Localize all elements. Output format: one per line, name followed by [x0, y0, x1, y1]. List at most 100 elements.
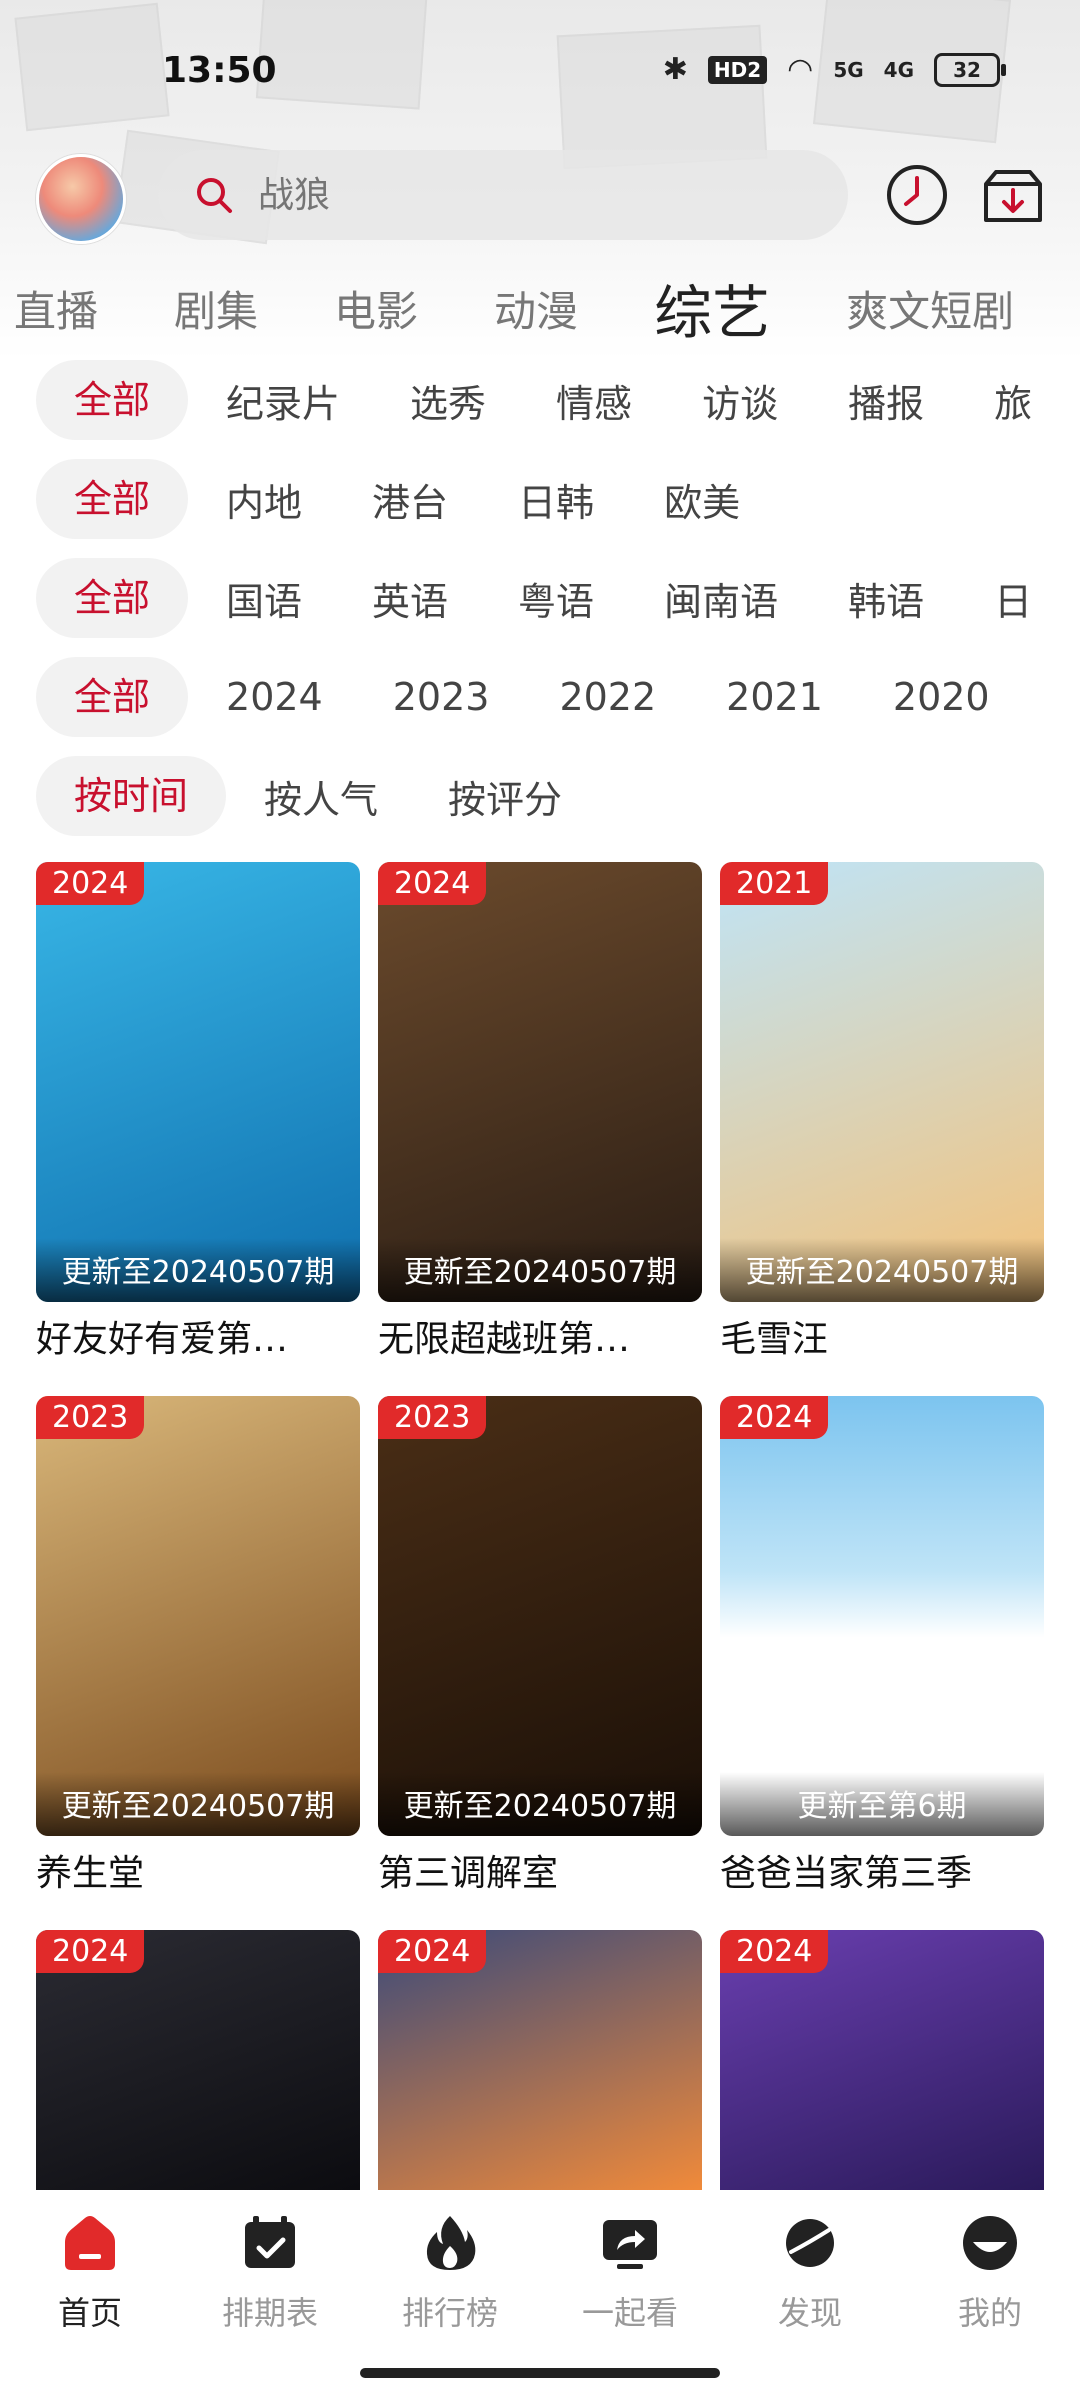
- show-card[interactable]: 2021 更新至20240507期 毛雪汪: [720, 862, 1044, 1362]
- year-badge: 2023: [378, 1396, 487, 1439]
- tab-variety[interactable]: 综艺: [654, 266, 770, 350]
- year-badge: 2024: [720, 1396, 829, 1439]
- show-card[interactable]: 2023 更新至20240507期 第三调解室: [378, 1396, 702, 1896]
- filter-chip[interactable]: 欧美: [664, 472, 740, 527]
- year-badge: 2024: [36, 1930, 145, 1973]
- show-card[interactable]: 2024: [378, 1930, 702, 2190]
- show-card[interactable]: 2024 更新至20240507期 无限超越班第…: [378, 862, 702, 1362]
- filter-chip[interactable]: 港台: [372, 472, 448, 527]
- filter-chip[interactable]: 日: [994, 571, 1032, 626]
- year-badge: 2023: [36, 1396, 145, 1439]
- filter-chip[interactable]: 全部: [36, 558, 189, 638]
- tab-short-drama[interactable]: 爽文短剧: [846, 278, 1014, 339]
- profile-icon: [963, 2216, 1017, 2270]
- update-label: 更新至20240507期: [378, 1238, 702, 1302]
- filter-chip[interactable]: 2020: [893, 675, 990, 719]
- filter-chip[interactable]: 粤语: [518, 571, 594, 626]
- filter-chip[interactable]: 2021: [726, 675, 823, 719]
- signal-4g: 4G: [883, 57, 914, 82]
- show-poster: 2024: [720, 1930, 1044, 2190]
- tab-live[interactable]: 直播: [14, 278, 98, 339]
- status-bar: 13:50 ✱ HD2 ◠ 5G 4G 32: [0, 0, 1080, 140]
- filter-chip[interactable]: 访谈: [702, 373, 778, 428]
- show-title: 爸爸当家第三季: [720, 1853, 973, 1894]
- filter-chip[interactable]: 播报: [848, 373, 924, 428]
- filter-row-region: 全部 内地 港台 日韩 欧美: [36, 459, 1080, 539]
- history-icon[interactable]: [884, 162, 950, 228]
- show-title: 无限超越班第…: [378, 1319, 631, 1360]
- search-input[interactable]: [256, 173, 820, 217]
- sort-chip[interactable]: 按评分: [448, 769, 562, 824]
- tab-anime[interactable]: 动漫: [494, 278, 578, 339]
- tab-series[interactable]: 剧集: [174, 278, 258, 339]
- show-title: 毛雪汪: [720, 1319, 829, 1360]
- nav-home[interactable]: 首页: [0, 2212, 180, 2334]
- show-card[interactable]: 2024 更新至20240507期 好友好有爱第…: [36, 862, 360, 1362]
- filter-chip[interactable]: 英语: [372, 571, 448, 626]
- nav-label: 首页: [57, 2294, 122, 2332]
- nav-label: 一起看: [581, 2294, 678, 2332]
- update-label: 更新至20240507期: [36, 1238, 360, 1302]
- year-badge: 2024: [378, 862, 487, 905]
- show-poster: 2024: [378, 1930, 702, 2190]
- bluetooth-icon: ✱: [662, 52, 688, 87]
- filter-chip[interactable]: 全部: [36, 360, 189, 440]
- status-icons: ✱ HD2 ◠ 5G 4G 32: [662, 52, 1006, 87]
- update-label: 更新至第6期: [720, 1772, 1044, 1836]
- nav-label: 排期表: [221, 2294, 318, 2332]
- avatar[interactable]: [36, 154, 126, 244]
- show-poster: 2024 更新至20240507期: [378, 862, 702, 1302]
- nav-ranking[interactable]: 排行榜: [360, 2212, 540, 2334]
- filter-chip[interactable]: 内地: [226, 472, 302, 527]
- update-label: 更新至20240507期: [36, 1772, 360, 1836]
- filter-chip[interactable]: 纪录片: [226, 373, 340, 428]
- show-title: 第三调解室: [378, 1853, 559, 1894]
- calendar-icon: [245, 2216, 295, 2268]
- filter-row-sort: 按时间 按人气 按评分: [36, 756, 1080, 836]
- filter-chip[interactable]: 全部: [36, 657, 189, 737]
- sort-chip[interactable]: 按时间: [36, 756, 227, 836]
- update-label: 更新至20240507期: [378, 1772, 702, 1836]
- show-card[interactable]: 2024: [36, 1930, 360, 2190]
- sort-chip[interactable]: 按人气: [264, 769, 378, 824]
- year-badge: 2024: [36, 862, 145, 905]
- filter-chip[interactable]: 情感: [556, 373, 632, 428]
- update-label: 更新至20240507期: [720, 1238, 1044, 1302]
- filter-chip[interactable]: 选秀: [410, 373, 486, 428]
- flame-icon: [426, 2216, 476, 2270]
- filter-panel: 全部 纪录片 选秀 情感 访谈 播报 旅 全部 内地 港台 日韩 欧美 全部 国…: [36, 360, 1080, 855]
- download-icon[interactable]: [980, 166, 1046, 226]
- search-icon: [197, 178, 232, 213]
- filter-chip[interactable]: 2022: [559, 675, 656, 719]
- nav-label: 我的: [957, 2294, 1022, 2332]
- nav-label: 排行榜: [401, 2294, 498, 2332]
- nav-schedule[interactable]: 排期表: [180, 2212, 360, 2334]
- nav-profile[interactable]: 我的: [900, 2212, 1080, 2334]
- filter-chip[interactable]: 2023: [393, 675, 490, 719]
- search-bar[interactable]: [158, 150, 848, 240]
- nav-watch-together[interactable]: 一起看: [540, 2212, 720, 2334]
- filter-chip[interactable]: 韩语: [848, 571, 924, 626]
- filter-chip[interactable]: 旅: [994, 373, 1032, 428]
- nav-discover[interactable]: 发现: [720, 2212, 900, 2334]
- filter-chip[interactable]: 闽南语: [664, 571, 778, 626]
- filter-chip[interactable]: 日韩: [518, 472, 594, 527]
- battery-icon: 32: [934, 52, 1006, 87]
- show-card[interactable]: 2024 更新至第6期 爸爸当家第三季: [720, 1396, 1044, 1896]
- tab-movies[interactable]: 电影: [334, 278, 418, 339]
- filter-chip[interactable]: 2024: [226, 675, 323, 719]
- show-poster: 2023 更新至20240507期: [36, 1396, 360, 1836]
- show-poster: 2021 更新至20240507期: [720, 862, 1044, 1302]
- planet-icon: [786, 2219, 834, 2267]
- show-card[interactable]: 2024: [720, 1930, 1044, 2190]
- show-title: 养生堂: [36, 1853, 145, 1894]
- show-card[interactable]: 2023 更新至20240507期 养生堂: [36, 1396, 360, 1896]
- year-badge: 2024: [378, 1930, 487, 1973]
- filter-chip[interactable]: 全部: [36, 459, 189, 539]
- show-poster: 2024 更新至20240507期: [36, 862, 360, 1302]
- signal-5g: 5G: [833, 57, 864, 82]
- filter-row-language: 全部 国语 英语 粤语 闽南语 韩语 日: [36, 558, 1080, 638]
- filter-chip[interactable]: 国语: [226, 571, 302, 626]
- wifi-icon: ◠: [787, 52, 814, 87]
- gesture-bar[interactable]: [360, 2368, 720, 2378]
